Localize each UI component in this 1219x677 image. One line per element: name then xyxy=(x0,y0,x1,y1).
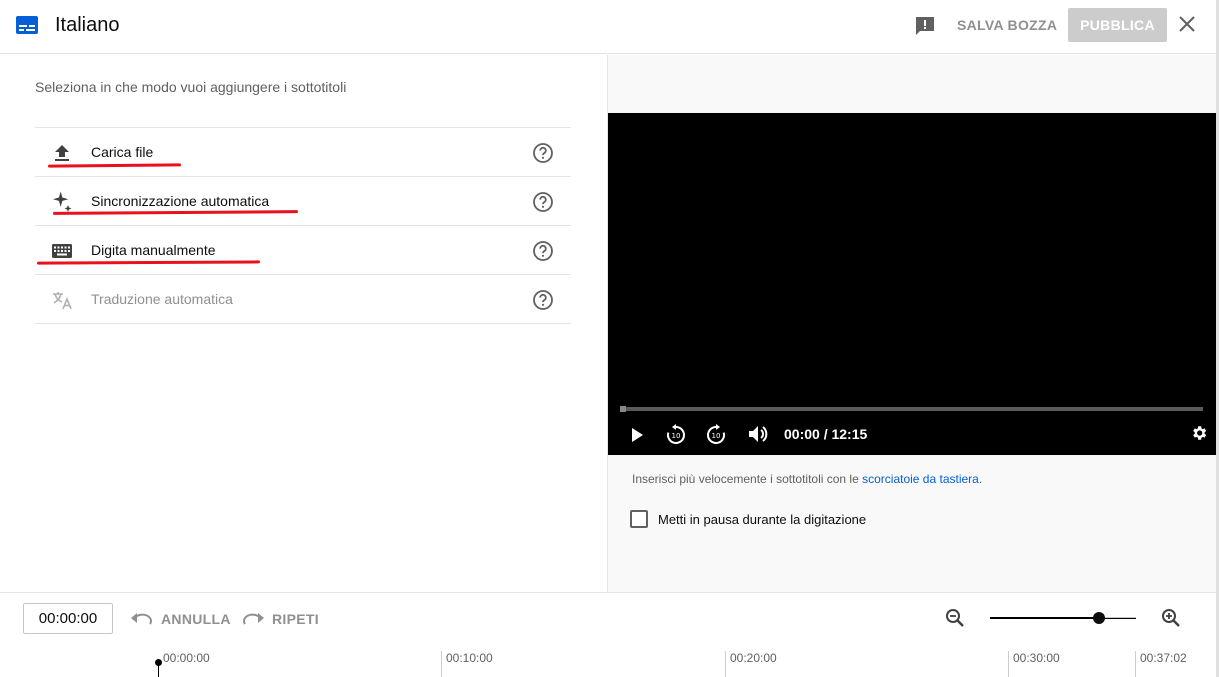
option-auto-translate: Traduzione automatica xyxy=(35,275,571,324)
playhead[interactable] xyxy=(158,659,159,677)
current-time-input[interactable]: 00:00:00 xyxy=(23,603,113,634)
keyboard-icon xyxy=(52,244,72,258)
timeline-label: 00:20:00 xyxy=(730,651,777,665)
help-icon[interactable] xyxy=(532,289,554,311)
timeline-label: 00:30:00 xyxy=(1013,651,1060,665)
svg-text:10: 10 xyxy=(672,432,681,440)
publish-button[interactable]: PUBBLICA xyxy=(1068,8,1167,42)
timeline-tick xyxy=(1135,651,1136,677)
timeline-label: 00:10:00 xyxy=(446,651,493,665)
timeline-label: 00:37:02 xyxy=(1140,651,1187,665)
option-list: Carica file Sincronizzazione automatica xyxy=(35,127,571,324)
video-player[interactable]: 10 10 00:00 / 12:15 xyxy=(608,113,1216,455)
rewind-10-icon[interactable]: 10 xyxy=(665,423,687,445)
progress-handle[interactable] xyxy=(620,406,626,412)
volume-icon[interactable] xyxy=(747,424,769,444)
close-icon[interactable] xyxy=(1177,14,1197,34)
page-title: Italiano xyxy=(55,14,120,36)
subtitles-icon xyxy=(16,16,38,34)
help-icon[interactable] xyxy=(532,240,554,262)
pause-label: Metti in pausa durante la digitazione xyxy=(658,512,867,527)
undo-label: ANNULLA xyxy=(161,611,231,627)
time-display: 00:00 / 12:15 xyxy=(784,426,868,442)
upload-icon xyxy=(55,145,69,161)
zoom-slider-rest xyxy=(1100,617,1136,618)
settings-gear-icon[interactable] xyxy=(1190,424,1208,442)
option-type-manually[interactable]: Digita manualmente xyxy=(35,226,571,275)
preview-panel: 10 10 00:00 / 12:15 Inserisci più veloce… xyxy=(608,55,1216,592)
zoom-in-icon[interactable] xyxy=(1160,607,1182,629)
pause-checkbox[interactable] xyxy=(630,510,648,528)
keyboard-shortcuts-link[interactable]: scorciatoie da tastiera xyxy=(862,472,979,486)
translate-icon xyxy=(53,292,72,310)
option-label: Traduzione automatica xyxy=(91,291,233,307)
redo-label: RIPETI xyxy=(272,611,319,627)
undo-icon xyxy=(131,613,152,625)
timeline-label: 00:00:00 xyxy=(163,651,210,665)
subtitle-editor: Italiano SALVA BOZZA PUBBLICA Seleziona … xyxy=(0,0,1219,677)
feedback-icon[interactable] xyxy=(913,14,937,38)
timeline-tick xyxy=(1008,651,1009,677)
option-upload-file[interactable]: Carica file xyxy=(35,128,571,177)
timeline-tick xyxy=(441,651,442,677)
intro-text: Seleziona in che modo vuoi aggiungere i … xyxy=(35,79,347,95)
option-label: Sincronizzazione automatica xyxy=(91,193,270,209)
hint-end: . xyxy=(978,472,983,486)
zoom-slider-thumb[interactable] xyxy=(1093,612,1105,624)
progress-bar[interactable] xyxy=(620,406,1203,412)
timeline-tick xyxy=(725,651,726,677)
timeline-toolbar: 00:00:00 ANNULLA RIPETI 00:00:00 00:10:0… xyxy=(0,592,1216,677)
save-draft-button[interactable]: SALVA BOZZA xyxy=(957,17,1057,33)
forward-10-icon[interactable]: 10 xyxy=(705,423,727,445)
play-icon[interactable] xyxy=(628,426,646,444)
header: Italiano SALVA BOZZA PUBBLICA xyxy=(0,0,1216,54)
sparkle-icon xyxy=(53,191,72,212)
help-icon[interactable] xyxy=(532,142,554,164)
hint-text: Inserisci più velocemente i sottotitoli … xyxy=(632,472,863,486)
method-panel: Seleziona in che modo vuoi aggiungere i … xyxy=(0,55,607,592)
svg-text:10: 10 xyxy=(712,432,721,440)
option-label: Digita manualmente xyxy=(91,242,216,258)
help-icon[interactable] xyxy=(532,191,554,213)
redo-icon xyxy=(243,613,264,625)
shortcut-hint: Inserisci più velocemente i sottotitoli … xyxy=(632,472,982,486)
option-auto-sync[interactable]: Sincronizzazione automatica xyxy=(35,177,571,226)
option-label: Carica file xyxy=(91,144,154,160)
zoom-out-icon[interactable] xyxy=(944,607,966,629)
